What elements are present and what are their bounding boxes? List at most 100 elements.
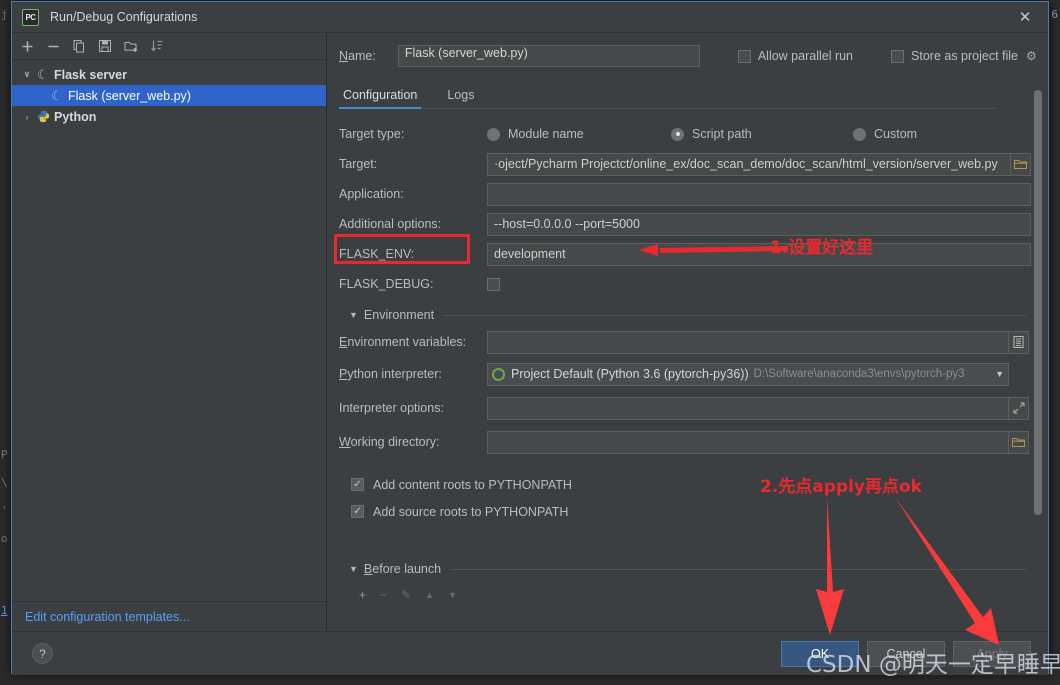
before-launch-move-down-button[interactable]: ▼ bbox=[448, 590, 457, 600]
name-input[interactable]: Flask (server_web.py) bbox=[397, 45, 700, 67]
edit-configuration-templates-link[interactable]: Edit configuration templates... bbox=[25, 610, 190, 624]
radio-custom[interactable]: Custom bbox=[853, 127, 917, 141]
environment-section-title: Environment bbox=[363, 308, 435, 322]
radio-module-name[interactable]: Module name bbox=[487, 127, 671, 141]
cancel-button[interactable]: Cancel bbox=[867, 640, 945, 667]
before-launch-title: Before launch bbox=[363, 562, 442, 576]
run-debug-configurations-dialog: PC Run/Debug Configurations ✕ ∨ ☾ Flask … bbox=[11, 1, 1049, 675]
before-launch-move-up-button[interactable]: ▲ bbox=[425, 590, 434, 600]
twisty-icon[interactable]: ∨ bbox=[20, 69, 34, 80]
name-label: Name: bbox=[339, 49, 376, 63]
flask-debug-row: FLASK_DEBUG: bbox=[339, 269, 1048, 299]
gear-icon[interactable]: ⚙ bbox=[1026, 49, 1037, 63]
application-input[interactable] bbox=[487, 182, 1031, 206]
remove-configuration-button[interactable] bbox=[45, 38, 61, 54]
tree-item-label: Python bbox=[54, 109, 97, 124]
chevron-down-icon[interactable]: ▼ bbox=[995, 369, 1004, 379]
radio-label: Script path bbox=[692, 127, 752, 141]
allow-parallel-run-checkbox[interactable]: Allow parallel run bbox=[737, 49, 853, 63]
add-configuration-button[interactable] bbox=[19, 38, 35, 54]
before-launch-remove-button[interactable]: − bbox=[380, 588, 387, 602]
checkbox-box: ✓ bbox=[351, 505, 364, 518]
additional-options-input[interactable]: --host=0.0.0.0 --port=5000 bbox=[487, 212, 1031, 236]
section-divider bbox=[450, 568, 1026, 570]
target-input[interactable]: ·oject/Pycharm Projectct/online_ex/doc_s… bbox=[487, 152, 1011, 176]
add-content-roots-checkbox[interactable]: ✓ Add content roots to PYTHONPATH bbox=[339, 471, 1048, 498]
list-edit-icon[interactable] bbox=[1009, 330, 1029, 354]
tree-item-flask-server[interactable]: ∨ ☾ Flask server bbox=[12, 64, 326, 85]
additional-options-label: Additional options: bbox=[339, 217, 442, 231]
tree-item-flask-server-web[interactable]: ☾ Flask (server_web.py) bbox=[12, 85, 326, 106]
radio-circle bbox=[671, 127, 684, 141]
bg-gutter-line: P bbox=[1, 448, 8, 461]
tree-item-python[interactable]: › Python bbox=[12, 106, 326, 127]
environment-variables-label: Environment variables: bbox=[339, 335, 467, 349]
interpreter-options-row: Interpreter options: bbox=[339, 391, 1048, 425]
before-launch-toolbar: + − ✎ ▲ ▼ bbox=[339, 581, 1048, 609]
bg-gutter-line: ' bbox=[1, 504, 8, 517]
before-launch-edit-button[interactable]: ✎ bbox=[401, 588, 411, 602]
apply-button[interactable]: Apply bbox=[953, 640, 1031, 667]
form-scrollbar[interactable] bbox=[1034, 90, 1042, 560]
tab-logs[interactable]: Logs bbox=[443, 84, 478, 108]
tab-configuration[interactable]: Configuration bbox=[339, 84, 422, 109]
flask-icon: ☾ bbox=[37, 67, 49, 82]
interpreter-status-icon bbox=[492, 367, 505, 381]
save-configuration-icon[interactable] bbox=[97, 38, 113, 54]
flask-debug-label: FLASK_DEBUG: bbox=[339, 277, 434, 291]
working-directory-input[interactable] bbox=[487, 430, 1009, 454]
before-launch-section-header: ▼ Before launch bbox=[339, 559, 1048, 579]
name-row: Name: Flask (server_web.py) Allow parall… bbox=[327, 33, 1048, 67]
ok-button[interactable]: OK bbox=[781, 640, 859, 667]
tree-item-label: Flask (server_web.py) bbox=[68, 88, 191, 103]
dialog-title: Run/Debug Configurations bbox=[50, 10, 198, 24]
scrollbar-thumb[interactable] bbox=[1034, 90, 1042, 515]
configuration-form: Target type: Module name Script path Cus… bbox=[327, 119, 1048, 609]
copy-configuration-icon[interactable] bbox=[71, 38, 87, 54]
flask-env-input[interactable]: development bbox=[487, 242, 1031, 266]
environment-variables-input[interactable] bbox=[487, 330, 1009, 354]
collapse-triangle-icon[interactable]: ▼ bbox=[349, 564, 358, 574]
bg-gutter-line: \ bbox=[1, 476, 8, 489]
configuration-tabs: Configuration Logs bbox=[339, 84, 996, 109]
dialog-footer: ? OK Cancel Apply bbox=[12, 631, 1048, 675]
store-as-project-file-label: Store as project file bbox=[911, 49, 1019, 63]
python-interpreter-row: Python interpreter: Project Default (Pyt… bbox=[339, 357, 1048, 391]
add-source-roots-checkbox[interactable]: ✓ Add source roots to PYTHONPATH bbox=[339, 498, 1048, 525]
folder-icon[interactable] bbox=[1011, 152, 1031, 176]
collapse-triangle-icon[interactable]: ▼ bbox=[349, 310, 358, 320]
pycharm-logo-icon: PC bbox=[22, 8, 39, 26]
sidebar-footer: Edit configuration templates... bbox=[12, 601, 326, 631]
working-directory-label: Working directory: bbox=[339, 435, 440, 449]
folder-add-icon[interactable] bbox=[123, 38, 139, 54]
help-button[interactable]: ? bbox=[32, 643, 53, 664]
interpreter-options-input[interactable] bbox=[487, 396, 1009, 420]
folder-icon[interactable] bbox=[1009, 430, 1029, 454]
close-icon[interactable]: ✕ bbox=[1008, 5, 1042, 29]
flask-icon: ☾ bbox=[51, 88, 63, 103]
environment-variables-row: Environment variables: bbox=[339, 327, 1048, 357]
before-launch-add-button[interactable]: + bbox=[359, 588, 366, 602]
flask-debug-checkbox[interactable] bbox=[487, 277, 500, 291]
twisty-icon[interactable]: › bbox=[20, 112, 34, 122]
python-interpreter-select[interactable]: Project Default (Python 3.6 (pytorch-py3… bbox=[487, 362, 1009, 386]
expand-icon[interactable] bbox=[1009, 396, 1029, 420]
python-interpreter-label: Python interpreter: bbox=[339, 367, 442, 381]
dialog-titlebar: PC Run/Debug Configurations ✕ bbox=[12, 2, 1048, 33]
target-type-label: Target type: bbox=[339, 127, 405, 141]
section-divider bbox=[443, 314, 1026, 316]
application-row: Application: bbox=[339, 179, 1048, 209]
working-directory-row: Working directory: bbox=[339, 425, 1048, 459]
configuration-form-panel: Name: Flask (server_web.py) Allow parall… bbox=[327, 33, 1048, 631]
radio-label: Module name bbox=[508, 127, 584, 141]
store-as-project-file-checkbox[interactable]: Store as project file ⚙ bbox=[891, 49, 1037, 63]
target-type-row: Target type: Module name Script path Cus… bbox=[339, 119, 1048, 149]
radio-script-path[interactable]: Script path bbox=[671, 127, 853, 141]
tree-item-label: Flask server bbox=[54, 67, 127, 82]
radio-circle bbox=[853, 127, 866, 141]
python-interpreter-value: Project Default (Python 3.6 (pytorch-py3… bbox=[511, 367, 749, 381]
bg-gutter-line: o bbox=[1, 532, 8, 545]
add-source-roots-label: Add source roots to PYTHONPATH bbox=[373, 504, 569, 519]
sort-configurations-icon[interactable] bbox=[149, 38, 165, 54]
checkbox-box: ✓ bbox=[351, 478, 364, 491]
